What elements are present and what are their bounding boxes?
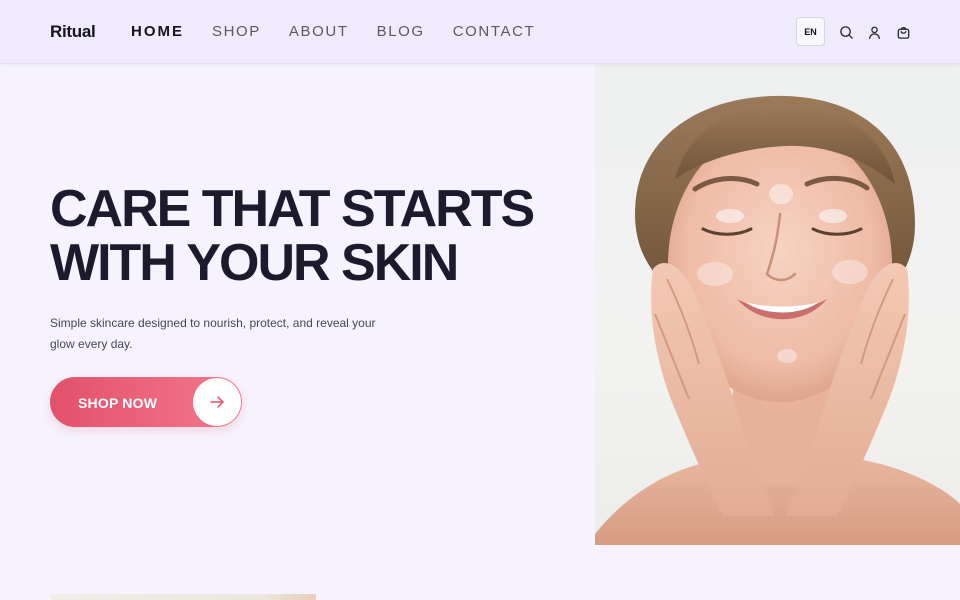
brand-logo[interactable]: Ritual bbox=[50, 22, 96, 42]
nav-item-home[interactable]: HOME bbox=[131, 23, 184, 40]
hero-subtitle: Simple skincare designed to nourish, pro… bbox=[50, 316, 376, 351]
hero-title: CARE THAT STARTS WITH YOUR SKIN bbox=[50, 182, 590, 290]
language-button[interactable]: EN bbox=[796, 17, 825, 46]
site-header: Ritual HOME SHOP ABOUT BLOG CONTACT EN bbox=[0, 0, 960, 64]
hero-title-line-2: WITH YOUR SKIN bbox=[50, 234, 459, 292]
nav-item-about[interactable]: ABOUT bbox=[289, 23, 349, 40]
user-icon[interactable] bbox=[866, 24, 882, 40]
bag-icon[interactable] bbox=[895, 24, 911, 40]
shop-now-button[interactable]: SHOP NOW bbox=[50, 377, 242, 427]
main-nav: HOME SHOP ABOUT BLOG CONTACT bbox=[131, 23, 563, 40]
nav-item-blog[interactable]: BLOG bbox=[377, 23, 425, 40]
shop-now-arrow-circle bbox=[193, 378, 241, 426]
woman-face-illustration bbox=[595, 95, 960, 545]
next-section-image-peek bbox=[50, 594, 316, 600]
nav-item-shop[interactable]: SHOP bbox=[212, 23, 261, 40]
arrow-right-icon bbox=[210, 396, 224, 408]
nav-item-contact[interactable]: CONTACT bbox=[453, 23, 536, 40]
shop-now-label: SHOP NOW bbox=[78, 395, 158, 411]
search-icon[interactable] bbox=[838, 24, 854, 40]
hero-title-line-1: CARE THAT STARTS bbox=[50, 180, 535, 238]
hero-image bbox=[595, 64, 960, 545]
